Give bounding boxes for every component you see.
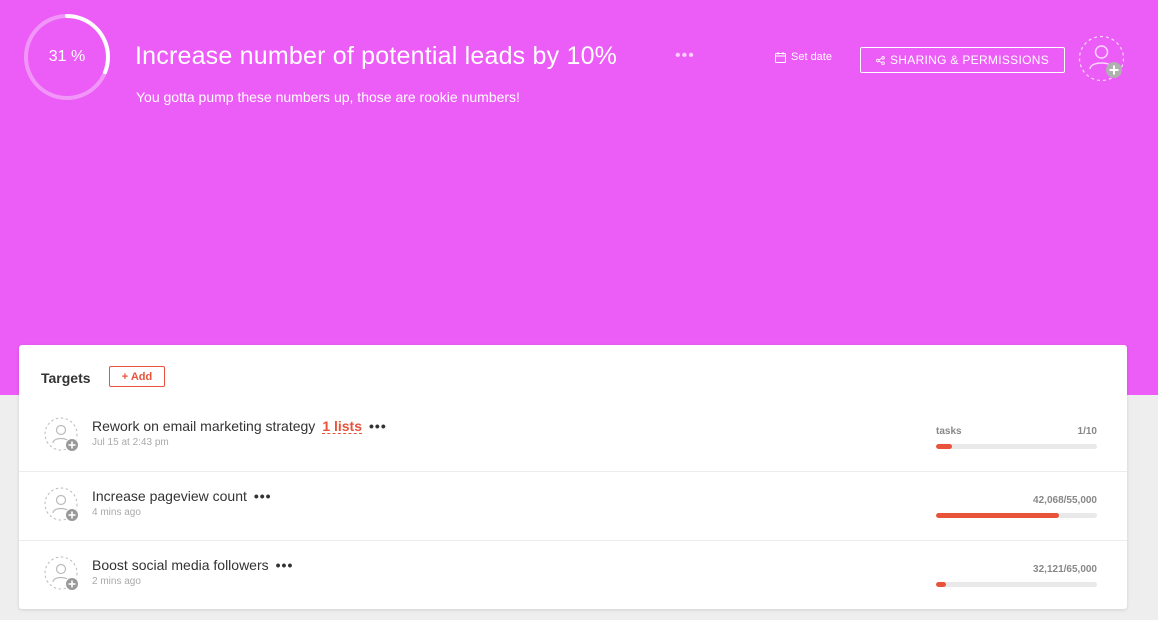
target-metric-label: tasks	[936, 426, 962, 437]
target-title[interactable]: Increase pageview count	[92, 488, 247, 504]
target-more-menu-icon[interactable]: •••	[254, 488, 272, 504]
target-progress-fill	[936, 582, 946, 587]
progress-percent: 31 %	[48, 48, 86, 65]
target-title-line: Boost social media followers •••	[92, 557, 293, 573]
target-row[interactable]: Rework on email marketing strategy 1 lis…	[19, 402, 1127, 471]
target-progress-bar	[936, 582, 1097, 587]
target-timestamp: 2 mins ago	[92, 576, 141, 587]
target-metric-value: 1/10	[1077, 426, 1097, 437]
targets-panel: Targets + Add Rework on email marketing …	[19, 345, 1127, 609]
add-user-icon	[44, 556, 79, 591]
target-progress-fill	[936, 513, 1060, 518]
sharing-permissions-label: SHARING & PERMISSIONS	[890, 53, 1049, 67]
target-more-menu-icon[interactable]: •••	[369, 418, 387, 434]
add-target-button[interactable]: + Add	[109, 366, 165, 387]
target-metric-value: 42,068/55,000	[1033, 495, 1097, 506]
add-user-icon	[44, 487, 79, 522]
target-timestamp: Jul 15 at 2:43 pm	[92, 437, 169, 448]
target-assignee-avatar[interactable]	[44, 417, 80, 453]
target-title[interactable]: Rework on email marketing strategy	[92, 418, 315, 434]
target-lists-link[interactable]: 1 lists	[322, 419, 363, 434]
target-progress-fill	[936, 444, 953, 449]
add-user-icon	[1078, 35, 1125, 82]
sharing-permissions-button[interactable]: SHARING & PERMISSIONS	[860, 47, 1065, 73]
add-user-icon	[44, 417, 79, 452]
targets-heading: Targets	[41, 370, 91, 386]
goal-header: 31 % Increase number of potential leads …	[0, 0, 1158, 395]
set-date-button[interactable]: Set date	[775, 51, 832, 63]
target-progress: tasks 1/10	[936, 426, 1097, 449]
calendar-icon	[775, 51, 786, 63]
goal-more-menu-icon[interactable]: •••	[675, 47, 695, 65]
goal-title[interactable]: Increase number of potential leads by 10…	[135, 42, 617, 71]
target-row[interactable]: Boost social media followers ••• 2 mins …	[19, 540, 1127, 609]
target-title-line: Rework on email marketing strategy 1 lis…	[92, 418, 387, 434]
target-title-line: Increase pageview count •••	[92, 488, 272, 504]
goal-progress-ring: 31 %	[22, 12, 112, 102]
target-progress: 42,068/55,000	[936, 495, 1097, 518]
goal-owner-avatar[interactable]	[1078, 35, 1125, 82]
target-assignee-avatar[interactable]	[44, 487, 80, 523]
target-timestamp: 4 mins ago	[92, 507, 141, 518]
target-progress-bar	[936, 513, 1097, 518]
set-date-label: Set date	[791, 51, 832, 63]
target-assignee-avatar[interactable]	[44, 556, 80, 592]
target-metric-value: 32,121/65,000	[1033, 564, 1097, 575]
share-icon	[876, 55, 885, 65]
target-title[interactable]: Boost social media followers	[92, 557, 269, 573]
target-progress-bar	[936, 444, 1097, 449]
goal-description[interactable]: You gotta pump these numbers up, those a…	[136, 89, 520, 105]
target-row[interactable]: Increase pageview count ••• 4 mins ago 4…	[19, 471, 1127, 540]
target-more-menu-icon[interactable]: •••	[276, 557, 294, 573]
target-progress: 32,121/65,000	[936, 564, 1097, 587]
